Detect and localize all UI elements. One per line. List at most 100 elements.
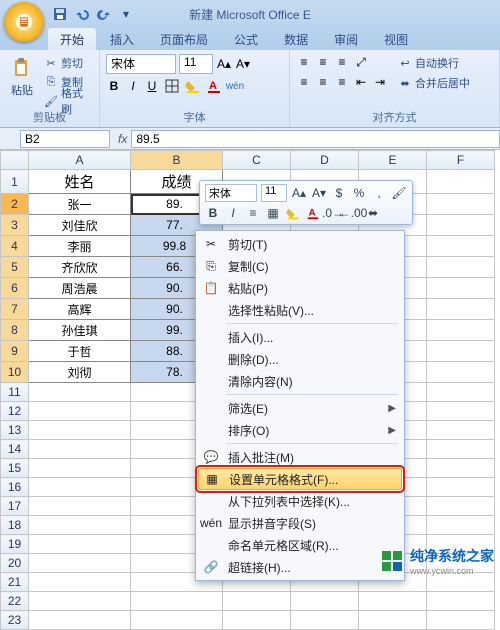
- mini-inc-decimal-icon[interactable]: ←.00: [345, 205, 361, 221]
- mini-italic-button[interactable]: I: [225, 205, 241, 221]
- cell[interactable]: 刘彻: [29, 362, 131, 383]
- cell[interactable]: [427, 194, 495, 215]
- context-menu-item[interactable]: 命名单元格区域(R)...: [198, 534, 402, 556]
- cell[interactable]: 孙佳琪: [29, 320, 131, 341]
- cell[interactable]: [427, 402, 495, 421]
- col-header-F[interactable]: F: [427, 151, 495, 170]
- cell[interactable]: [223, 592, 291, 611]
- merge-center-button[interactable]: ⬌合并后居中: [396, 74, 472, 92]
- cut-button[interactable]: ✂剪切: [42, 54, 93, 72]
- cell[interactable]: 李丽: [29, 236, 131, 257]
- cell[interactable]: [29, 497, 131, 516]
- mini-fill-color-icon[interactable]: [285, 205, 301, 221]
- cell[interactable]: [131, 592, 223, 611]
- align-top-icon[interactable]: ≡: [296, 54, 312, 70]
- mini-shrink-font-icon[interactable]: A▾: [311, 185, 327, 201]
- cell[interactable]: 于哲: [29, 341, 131, 362]
- cell[interactable]: [29, 440, 131, 459]
- align-center-icon[interactable]: ≡: [315, 74, 331, 90]
- row-header[interactable]: 2: [1, 194, 29, 215]
- row-header[interactable]: 13: [1, 421, 29, 440]
- mini-font-color-icon[interactable]: A: [305, 205, 321, 221]
- row-header[interactable]: 23: [1, 611, 29, 630]
- cell[interactable]: [427, 257, 495, 278]
- align-bottom-icon[interactable]: ≡: [334, 54, 350, 70]
- mini-percent-icon[interactable]: %: [351, 185, 367, 201]
- cell[interactable]: [427, 497, 495, 516]
- tab-layout[interactable]: 页面布局: [148, 28, 220, 50]
- context-menu-item[interactable]: 筛选(E)▶: [198, 397, 402, 419]
- context-menu-item[interactable]: 从下拉列表中选择(K)...: [198, 490, 402, 512]
- tab-insert[interactable]: 插入: [98, 28, 146, 50]
- align-left-icon[interactable]: ≡: [296, 74, 312, 90]
- row-header[interactable]: 10: [1, 362, 29, 383]
- row-header[interactable]: 22: [1, 592, 29, 611]
- cell[interactable]: [427, 478, 495, 497]
- cell[interactable]: [427, 516, 495, 535]
- bold-button[interactable]: B: [106, 78, 122, 94]
- context-menu-item[interactable]: 🔗超链接(H)...: [198, 556, 402, 578]
- mini-font-size[interactable]: 11: [261, 184, 287, 202]
- undo-icon[interactable]: [74, 6, 90, 22]
- mini-align-center-icon[interactable]: ≡: [245, 205, 261, 221]
- save-icon[interactable]: [52, 6, 68, 22]
- cell[interactable]: [427, 421, 495, 440]
- cell[interactable]: [427, 170, 495, 194]
- row-header[interactable]: 12: [1, 402, 29, 421]
- context-menu-item[interactable]: ▦设置单元格格式(F)...: [198, 468, 402, 490]
- font-size-select[interactable]: 11: [179, 54, 213, 74]
- cell[interactable]: [29, 459, 131, 478]
- row-header[interactable]: 14: [1, 440, 29, 459]
- cell[interactable]: [29, 554, 131, 573]
- cell[interactable]: [223, 611, 291, 630]
- mini-accounting-icon[interactable]: $: [331, 185, 347, 201]
- select-all-box[interactable]: [1, 151, 29, 170]
- row-header[interactable]: 3: [1, 215, 29, 236]
- row-header[interactable]: 19: [1, 535, 29, 554]
- office-button[interactable]: [4, 2, 44, 42]
- border-button[interactable]: [163, 78, 181, 94]
- row-header[interactable]: 7: [1, 299, 29, 320]
- grow-font-icon[interactable]: A▴: [216, 56, 232, 72]
- context-menu-item[interactable]: 选择性粘贴(V)...: [198, 299, 402, 321]
- row-header[interactable]: 8: [1, 320, 29, 341]
- cell[interactable]: [427, 278, 495, 299]
- mini-font-name[interactable]: 宋体: [205, 184, 257, 202]
- name-box[interactable]: [20, 130, 110, 148]
- col-header-B[interactable]: B: [131, 151, 223, 170]
- cell[interactable]: [427, 236, 495, 257]
- col-header-E[interactable]: E: [359, 151, 427, 170]
- cell[interactable]: 齐欣欣: [29, 257, 131, 278]
- tab-view[interactable]: 视图: [372, 28, 420, 50]
- mini-grow-font-icon[interactable]: A▴: [291, 185, 307, 201]
- cell[interactable]: [427, 215, 495, 236]
- cell[interactable]: [29, 573, 131, 592]
- cell[interactable]: [427, 459, 495, 478]
- context-menu-item[interactable]: 清除内容(N): [198, 370, 402, 392]
- cell[interactable]: [29, 611, 131, 630]
- align-middle-icon[interactable]: ≡: [315, 54, 331, 70]
- cell[interactable]: 高辉: [29, 299, 131, 320]
- font-color-button[interactable]: A: [205, 78, 223, 94]
- format-painter-button[interactable]: 🖌格式刷: [42, 92, 93, 110]
- cell[interactable]: [427, 383, 495, 402]
- row-header[interactable]: 6: [1, 278, 29, 299]
- context-menu-item[interactable]: 插入(I)...: [198, 326, 402, 348]
- underline-button[interactable]: U: [144, 78, 160, 94]
- qat-dropdown-icon[interactable]: ▾: [118, 6, 134, 22]
- cell[interactable]: [29, 535, 131, 554]
- row-header[interactable]: 17: [1, 497, 29, 516]
- row-header[interactable]: 1: [1, 170, 29, 194]
- cell[interactable]: [427, 320, 495, 341]
- context-menu-item[interactable]: 删除(D)...: [198, 348, 402, 370]
- row-header[interactable]: 18: [1, 516, 29, 535]
- mini-comma-icon[interactable]: ,: [371, 185, 387, 201]
- cell[interactable]: [291, 611, 359, 630]
- cell[interactable]: [291, 592, 359, 611]
- cell[interactable]: [359, 592, 427, 611]
- context-menu-item[interactable]: 排序(O)▶: [198, 419, 402, 441]
- cell[interactable]: [427, 299, 495, 320]
- mini-bold-button[interactable]: B: [205, 205, 221, 221]
- font-name-select[interactable]: 宋体: [106, 54, 176, 74]
- cell[interactable]: [427, 440, 495, 459]
